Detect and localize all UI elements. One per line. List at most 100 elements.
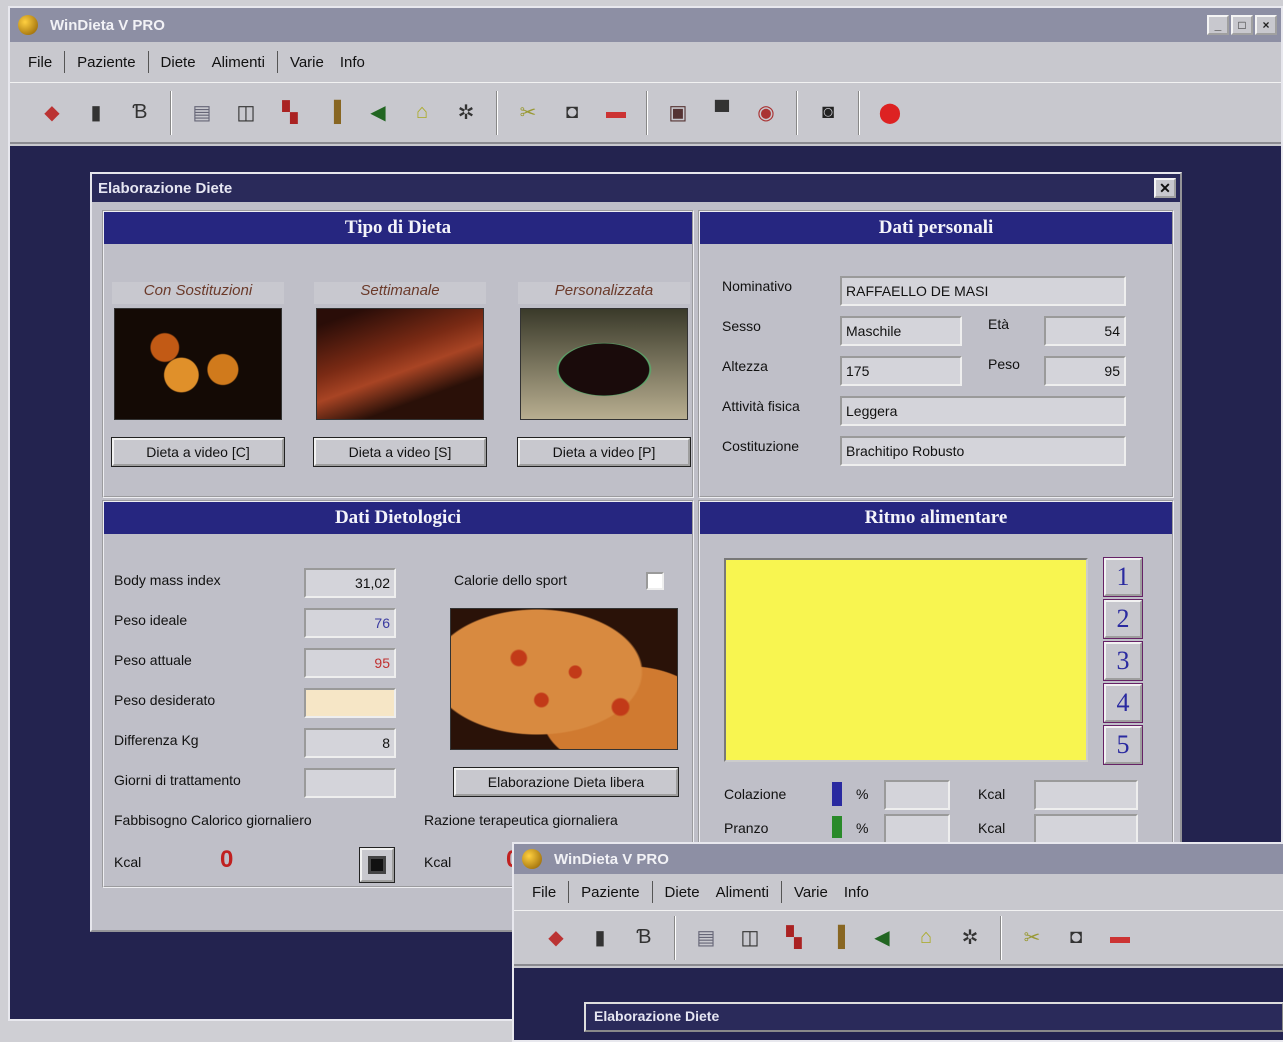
diet-icon[interactable]: Ɓ [120,93,160,133]
dialog-title-bar: Elaborazione Diete ✕ [92,174,1180,202]
second-menu-file[interactable]: File [528,884,560,901]
peso-label: Peso [988,356,1020,372]
settings-icon[interactable]: ✲ [446,93,486,133]
pranzo-color [832,816,842,838]
second-toolbar: ◆ ▮ Ɓ ▤ ◫ ▚ ▐ ◀ ⌂ ✲ ✂ ◘ ▬ [514,910,1283,966]
peso-ideale-label: Peso ideale [114,612,188,628]
weight-icon[interactable]: ⌂ [402,93,442,133]
colazione-label: Colazione [724,786,787,802]
peso-field[interactable]: 95 [1044,356,1126,386]
giorni-field[interactable] [304,768,396,798]
second-app-window: WinDieta V PRO File Paziente Diete Alime… [512,842,1283,1042]
attivita-field[interactable]: Leggera [840,396,1126,426]
paste-icon[interactable]: ▬ [1100,918,1140,958]
menu-varie[interactable]: Varie [286,54,328,71]
menu-alimenti[interactable]: Alimenti [208,54,269,71]
eta-label: Età [988,316,1010,332]
dieta-video-p-button[interactable]: Dieta a video [P] [517,437,691,467]
copy-icon[interactable]: ◘ [1056,918,1096,958]
second-menu-info[interactable]: Info [840,884,873,901]
chart-icon[interactable]: ▚ [270,93,310,133]
scissors-icon[interactable]: ✂ [508,93,548,133]
basket-icon[interactable]: ▀ [702,93,742,133]
save-icon[interactable] [359,847,395,883]
pizza-photo [450,608,678,750]
colazione-kcal-field[interactable] [1034,780,1138,810]
differenza-field[interactable]: 8 [304,728,396,758]
menu-file[interactable]: File [24,54,56,71]
floppy-icon[interactable]: ◙ [808,93,848,133]
meal-button-4[interactable]: 4 [1103,683,1143,723]
dieta-video-s-button[interactable]: Dieta a video [S] [313,437,487,467]
peso-ideale-field[interactable]: 76 [304,608,396,638]
calendar-icon[interactable]: ▣ [658,93,698,133]
columns-icon[interactable]: ◫ [226,93,266,133]
print-icon[interactable]: ▤ [182,93,222,133]
bottle-icon[interactable]: ▐ [314,93,354,133]
sesso-label: Sesso [722,318,761,334]
chart-icon[interactable]: ▚ [774,918,814,958]
dati-dietologici-panel: Dati Dietologici Body mass index 31,02 P… [102,500,694,888]
calorie-sport-label: Calorie dello sport [454,572,567,588]
meal-button-3[interactable]: 3 [1103,641,1143,681]
arrow-icon[interactable]: ◀ [862,918,902,958]
colazione-color [832,782,842,806]
second-dialog-title: Elaborazione Diete [584,1002,1283,1032]
calorie-sport-checkbox[interactable] [646,572,664,590]
diet-caption: Con Sostituzioni [112,282,284,304]
altezza-field[interactable]: 175 [840,356,962,386]
paste-icon[interactable]: ▬ [596,93,636,133]
second-menu-varie[interactable]: Varie [790,884,832,901]
columns-icon[interactable]: ◫ [730,918,770,958]
peso-desiderato-label: Peso desiderato [114,692,216,708]
book-icon[interactable]: ▮ [580,918,620,958]
patients-icon[interactable]: ◆ [32,93,72,133]
sesso-field[interactable]: Maschile [840,316,962,346]
peso-desiderato-field[interactable] [304,688,396,718]
disk-icon[interactable]: ◉ [746,93,786,133]
meal-button-2[interactable]: 2 [1103,599,1143,639]
altezza-label: Altezza [722,358,768,374]
close-window-button[interactable]: × [1255,15,1277,35]
scissors-icon[interactable]: ✂ [1012,918,1052,958]
second-workspace: Elaborazione Diete [514,968,1283,1040]
bottle-icon[interactable]: ▐ [818,918,858,958]
weight-icon[interactable]: ⌂ [906,918,946,958]
meal-rhythm-area[interactable] [724,558,1088,762]
settings-icon[interactable]: ✲ [950,918,990,958]
dieta-video-c-button[interactable]: Dieta a video [C] [111,437,285,467]
menu-paziente[interactable]: Paziente [73,54,139,71]
food-photo-3 [520,308,688,420]
second-menu-alimenti[interactable]: Alimenti [712,884,773,901]
meal-button-5[interactable]: 5 [1103,725,1143,765]
book-icon[interactable]: ▮ [76,93,116,133]
copy-icon[interactable]: ◘ [552,93,592,133]
food-photo-2 [316,308,484,420]
minimize-button[interactable]: _ [1207,15,1229,35]
attivita-label: Attività fisica [722,398,800,414]
colazione-pct-field[interactable] [884,780,950,810]
elaborazione-dieta-libera-button[interactable]: Elaborazione Dieta libera [453,767,679,797]
menu-diete[interactable]: Diete [157,54,200,71]
patients-icon[interactable]: ◆ [536,918,576,958]
diet-icon[interactable]: Ɓ [624,918,664,958]
dialog-close-button[interactable]: ✕ [1154,178,1176,198]
nominativo-field[interactable]: RAFFAELLO DE MASI [840,276,1126,306]
print-icon[interactable]: ▤ [686,918,726,958]
maximize-button[interactable]: □ [1231,15,1253,35]
pranzo-kcal-field[interactable] [1034,814,1138,844]
costituzione-field[interactable]: Brachitipo Robusto [840,436,1126,466]
peso-attuale-field[interactable]: 95 [304,648,396,678]
tipo-dieta-header: Tipo di Dieta [104,212,692,244]
second-menu-diete[interactable]: Diete [661,884,704,901]
pranzo-pct-field[interactable] [884,814,950,844]
second-title-bar: WinDieta V PRO [514,844,1283,874]
meal-button-1[interactable]: 1 [1103,557,1143,597]
exit-icon[interactable]: ⬤ [870,93,910,133]
second-menu-paziente[interactable]: Paziente [577,884,643,901]
eta-field[interactable]: 54 [1044,316,1126,346]
menu-info[interactable]: Info [336,54,369,71]
bmi-field[interactable]: 31,02 [304,568,396,598]
arrow-icon[interactable]: ◀ [358,93,398,133]
dati-personali-panel: Dati personali Nominativo RAFFAELLO DE M… [698,210,1174,498]
